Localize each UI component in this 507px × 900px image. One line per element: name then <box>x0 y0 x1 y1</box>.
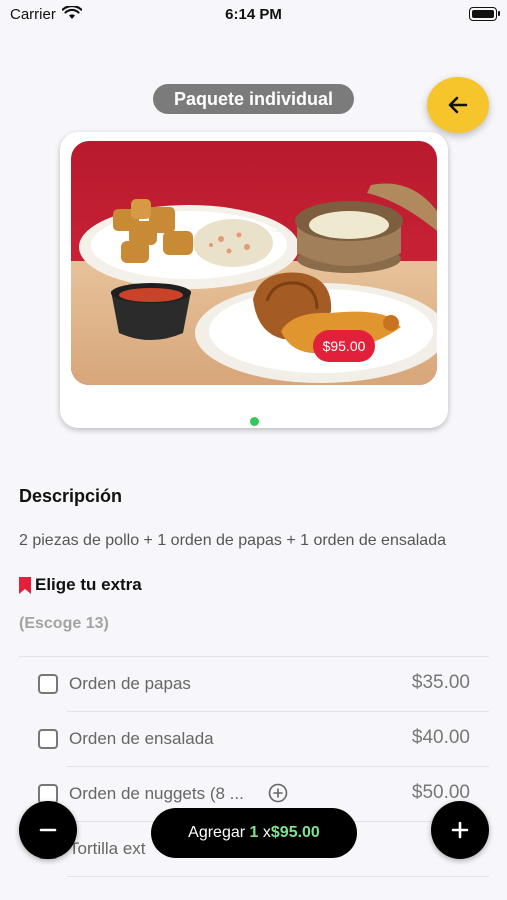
minus-icon <box>39 828 57 832</box>
plus-icon <box>451 821 469 839</box>
page-indicator-dot[interactable] <box>250 417 259 426</box>
option-name: Orden de nuggets (8 ... <box>69 784 244 803</box>
option-price: $35.00 <box>411 672 470 693</box>
option-price: $40.00 <box>411 727 470 748</box>
option-name: Orden de ensalada <box>69 729 214 748</box>
add-to-cart-button[interactable]: Agregar 1 x $95.00 <box>151 808 357 858</box>
description-title: Descripción <box>19 486 123 506</box>
plus-circle-icon[interactable] <box>268 783 288 808</box>
bookmark-icon <box>19 576 31 594</box>
choose-limit-note: (Escoge 13) <box>19 615 109 632</box>
times-sign: x <box>262 824 271 841</box>
add-label: Agregar <box>188 824 246 841</box>
list-item[interactable]: Orden de ensalada $40.00 <box>38 712 489 767</box>
checkbox[interactable] <box>38 674 58 694</box>
list-item[interactable]: Orden de papas $35.00 <box>38 657 489 712</box>
extras-title: Elige tu extra <box>35 575 142 594</box>
checkbox[interactable] <box>38 729 58 749</box>
price-badge: $95.00 <box>313 330 375 362</box>
status-bar: Carrier 6:14 PM <box>0 0 507 30</box>
status-time: 6:14 PM <box>225 6 282 23</box>
product-image <box>71 141 437 385</box>
increase-quantity-button[interactable] <box>431 801 489 859</box>
battery-icon <box>469 7 500 21</box>
option-name: Orden de papas <box>69 674 191 693</box>
arrow-left-icon <box>448 96 468 114</box>
option-name: Tortilla ext <box>69 839 146 858</box>
page-title: Paquete individual <box>153 84 354 114</box>
decrease-quantity-button[interactable] <box>19 801 77 859</box>
product-image-carousel[interactable]: $95.00 <box>60 132 448 428</box>
back-button[interactable] <box>427 77 489 133</box>
extras-header: Elige tu extra <box>19 574 142 596</box>
description-text: 2 piezas de pollo + 1 orden de papas + 1… <box>19 532 446 549</box>
total-price: $95.00 <box>270 824 320 841</box>
quantity-value: 1 <box>249 824 259 841</box>
